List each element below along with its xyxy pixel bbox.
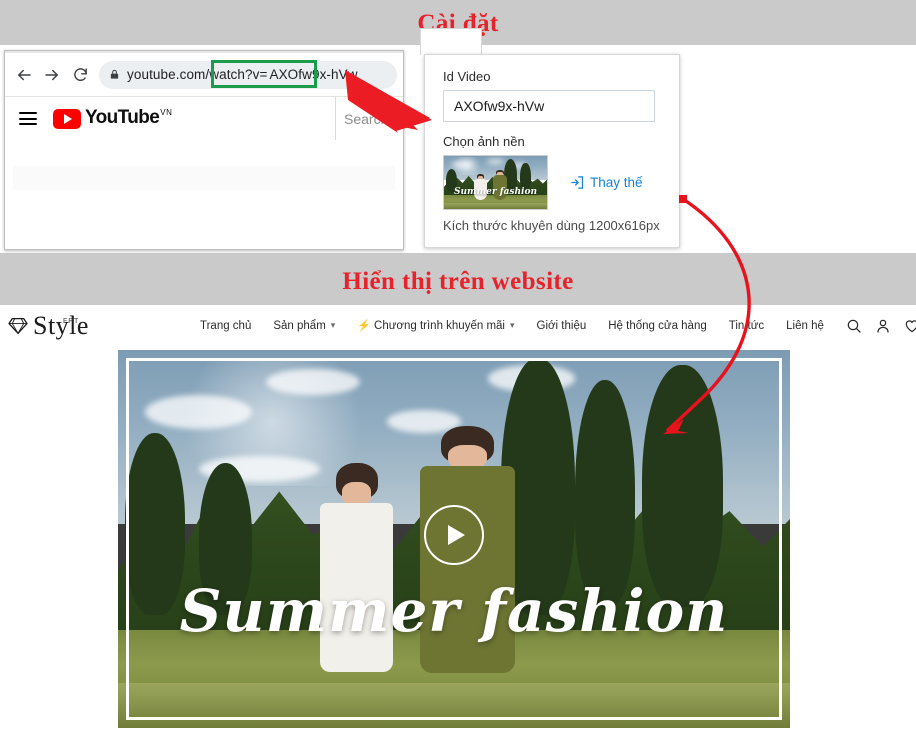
video-banner-stage: Summer fashion xyxy=(0,346,916,749)
nav-label: Chương trình khuyến mãi xyxy=(374,319,505,332)
annotation-title-website: Hiển thị trên website xyxy=(342,268,574,295)
nav-label: Tin tức xyxy=(728,319,765,332)
chevron-down-icon: ▾ xyxy=(509,320,515,330)
browser-toolbar: youtube.com/watch?v= AXOfw9x-hVw xyxy=(5,53,403,96)
nav-label: Trang chủ xyxy=(200,319,252,332)
brand-superscript: FPT xyxy=(63,317,80,325)
nav-label: Sản phẩm xyxy=(273,319,326,332)
settings-panel: Id Video AXOfw9x-hVw Chọn ảnh nền Summer… xyxy=(424,54,680,248)
lock-icon xyxy=(109,68,120,81)
nav-item-lien-he[interactable]: Liên hệ xyxy=(786,320,824,332)
youtube-content-placeholder xyxy=(13,166,395,190)
youtube-page-body xyxy=(5,140,403,249)
site-logo[interactable]: Style FPT xyxy=(8,310,178,340)
back-icon[interactable] xyxy=(11,62,37,88)
background-thumbnail-row: Summer fashion Thay thế xyxy=(443,155,663,210)
play-button-icon[interactable] xyxy=(424,505,484,566)
settings-panel-tab-stub xyxy=(420,28,482,55)
video-headline: Summer fashion xyxy=(179,576,729,645)
video-frame: Summer fashion xyxy=(118,350,790,728)
brand-name: Style xyxy=(33,310,89,340)
replace-image-button[interactable]: Thay thế xyxy=(570,175,643,190)
site-logo-text: Style FPT xyxy=(33,310,89,340)
replace-image-label: Thay thế xyxy=(590,175,643,190)
browser-window: youtube.com/watch?v= AXOfw9x-hVw YouTube … xyxy=(4,50,404,250)
url-highlight-box xyxy=(211,60,317,88)
bolt-icon: ⚡ xyxy=(357,320,372,332)
chevron-down-icon: ▾ xyxy=(330,320,336,330)
youtube-logo-text: YouTube xyxy=(85,107,160,128)
import-arrow-icon xyxy=(570,175,585,190)
hamburger-icon[interactable] xyxy=(19,109,37,129)
diamond-icon xyxy=(8,317,28,335)
background-thumbnail[interactable]: Summer fashion xyxy=(443,155,548,210)
header-action-icons: 2 xyxy=(846,318,916,334)
site-header: Style FPT Trang chủ Sản phẩm ▾ ⚡ Chương t… xyxy=(0,305,916,347)
nav-item-san-pham[interactable]: Sản phẩm ▾ xyxy=(273,320,335,332)
background-image-label: Chọn ảnh nền xyxy=(443,134,525,149)
youtube-country-code: VN xyxy=(160,108,173,117)
youtube-masthead: YouTube VN Search xyxy=(5,96,403,140)
forward-icon[interactable] xyxy=(39,62,65,88)
nav-item-chuong-trinh-khuyen-mai[interactable]: ⚡ Chương trình khuyến mãi ▾ xyxy=(357,319,515,333)
search-icon[interactable] xyxy=(846,318,862,334)
thumbnail-caption: Summer fashion xyxy=(454,186,537,197)
youtube-logo[interactable]: YouTube VN xyxy=(53,108,172,129)
nav-item-tin-tuc[interactable]: Tin tức xyxy=(729,320,764,332)
nav-item-gioi-thieu[interactable]: Giới thiệu xyxy=(537,320,587,332)
youtube-play-icon xyxy=(53,109,81,129)
nav-label: Hệ thống cửa hàng xyxy=(608,319,707,332)
reload-icon[interactable] xyxy=(67,62,93,88)
thumbnail-scene xyxy=(444,156,547,209)
recommended-size-hint: Kích thước khuyên dùng 1200x616px xyxy=(443,218,660,233)
screenshot-root: Cài đặt Hiển thị trên website youtube.co… xyxy=(0,0,916,749)
wishlist-heart-icon[interactable] xyxy=(904,318,916,334)
nav-label: Liên hệ xyxy=(786,319,824,332)
main-navigation: Trang chủ Sản phẩm ▾ ⚡ Chương trình khuy… xyxy=(200,319,846,333)
id-video-label: Id Video xyxy=(443,69,491,84)
nav-label: Giới thiệu xyxy=(536,319,587,332)
youtube-search-input[interactable]: Search xyxy=(335,97,403,140)
id-video-input[interactable]: AXOfw9x-hVw xyxy=(443,90,655,122)
video-banner[interactable]: Summer fashion xyxy=(118,350,790,728)
account-icon[interactable] xyxy=(875,318,891,334)
nav-item-trang-chu[interactable]: Trang chủ xyxy=(200,320,251,332)
nav-item-he-thong-cua-hang[interactable]: Hệ thống cửa hàng xyxy=(608,320,707,332)
